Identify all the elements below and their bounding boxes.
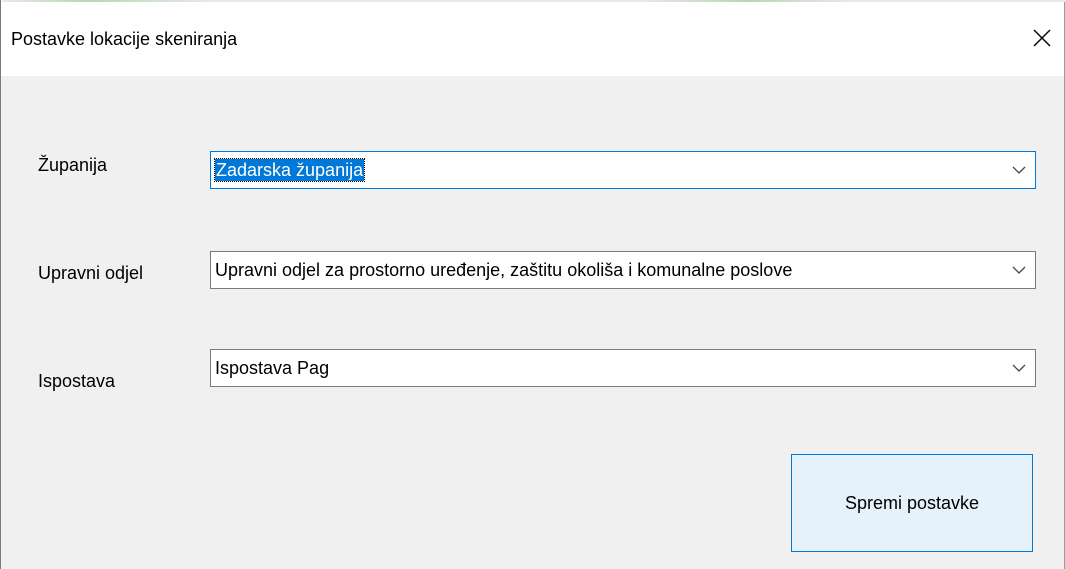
upravni-odjel-select[interactable]: Upravni odjel za prostorno uređenje, zaš… xyxy=(210,251,1036,289)
chevron-down-icon[interactable] xyxy=(1003,252,1035,288)
zupanija-value: Zadarska županija xyxy=(213,158,366,182)
window-title: Postavke lokacije skeniranja xyxy=(11,29,238,49)
chevron-down-icon[interactable] xyxy=(1003,152,1035,188)
upravni-odjel-label: Upravni odjel xyxy=(38,263,144,283)
chevron-down-icon[interactable] xyxy=(1003,350,1035,386)
title-bar[interactable]: Postavke lokacije skeniranja xyxy=(1,0,1065,76)
ispostava-select[interactable]: Ispostava Pag xyxy=(210,349,1036,387)
window-border-left xyxy=(0,0,1,569)
save-settings-button[interactable]: Spremi postavke xyxy=(791,454,1033,552)
ispostava-value: Ispostava Pag xyxy=(215,358,330,378)
close-button[interactable] xyxy=(1019,18,1065,58)
title-bar-accent xyxy=(2,0,1065,2)
ispostava-label: Ispostava xyxy=(38,371,116,391)
dialog-window: Postavke lokacije skeniranja Županija Za… xyxy=(0,0,1065,569)
zupanija-label: Županija xyxy=(38,155,108,175)
close-icon xyxy=(1032,28,1052,48)
upravni-odjel-value: Upravni odjel za prostorno uređenje, zaš… xyxy=(215,260,793,280)
zupanija-select[interactable]: Zadarska županija xyxy=(210,151,1036,189)
